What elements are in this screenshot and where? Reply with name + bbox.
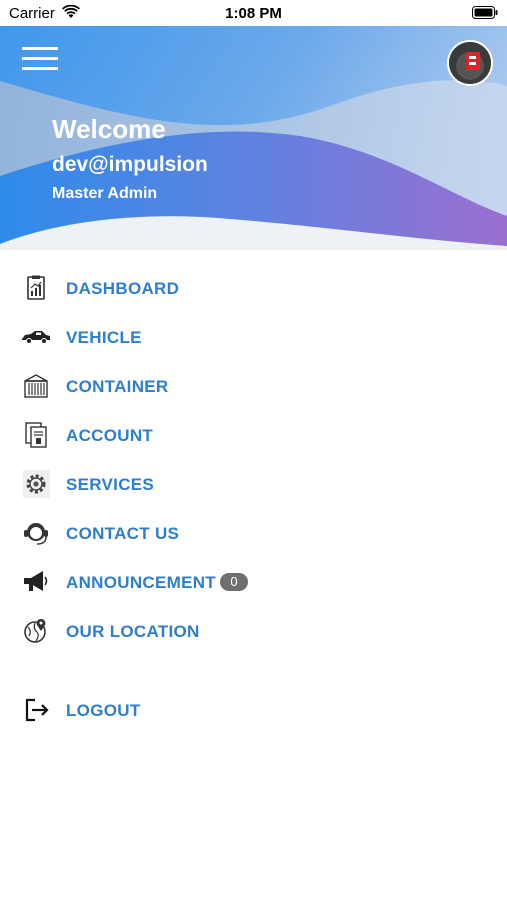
car-icon [22,331,50,344]
welcome-title: Welcome [52,114,166,144]
container-icon [24,374,48,398]
menu-item-dashboard[interactable]: DASHBOARD [0,267,507,309]
menu-item-services[interactable]: SERVICES [0,463,507,505]
menu-label-dashboard: DASHBOARD [66,279,180,298]
menu-label-announcement: ANNOUNCEMENT [66,573,216,592]
menu-item-announcement[interactable]: ANNOUNCEMENT 0 [0,561,507,603]
drawer-header: Welcome dev@impulsion Master Admin [0,26,507,250]
username: dev@impulsion [52,153,208,176]
user-role: Master Admin [52,185,158,202]
menu-item-vehicle[interactable]: VEHICLE [0,316,507,358]
account-document-icon [25,422,47,448]
battery-icon [472,6,498,19]
avatar-image [449,42,491,84]
hamburger-menu-icon[interactable] [22,46,58,72]
menu-label-vehicle: VEHICLE [66,328,142,347]
menu-label-container: CONTAINER [66,377,169,396]
menu-item-logout[interactable]: LOGOUT [0,689,507,731]
menu-label-our-location: OUR LOCATION [66,622,200,641]
menu-label-account: ACCOUNT [66,426,154,445]
clock: 1:08 PM [225,5,282,22]
menu-item-container[interactable]: CONTAINER [0,365,507,407]
menu-item-account[interactable]: ACCOUNT [0,414,507,456]
gear-icon [23,470,50,498]
menu-label-services: SERVICES [66,475,155,494]
avatar[interactable] [447,40,493,86]
menu-label-contact-us: CONTACT US [66,524,180,543]
menu-item-our-location[interactable]: OUR LOCATION [0,610,507,652]
dashboard-clipboard-icon [27,275,45,300]
menu-item-contact-us[interactable]: CONTACT US [0,512,507,554]
announcement-count-badge: 0 [220,573,248,591]
headset-icon [24,523,48,545]
status-bar: Carrier 1:08 PM [0,0,507,26]
megaphone-icon [24,571,48,591]
globe-pin-icon [24,619,46,643]
menu-label-logout: LOGOUT [66,701,141,720]
logout-icon [25,698,49,722]
